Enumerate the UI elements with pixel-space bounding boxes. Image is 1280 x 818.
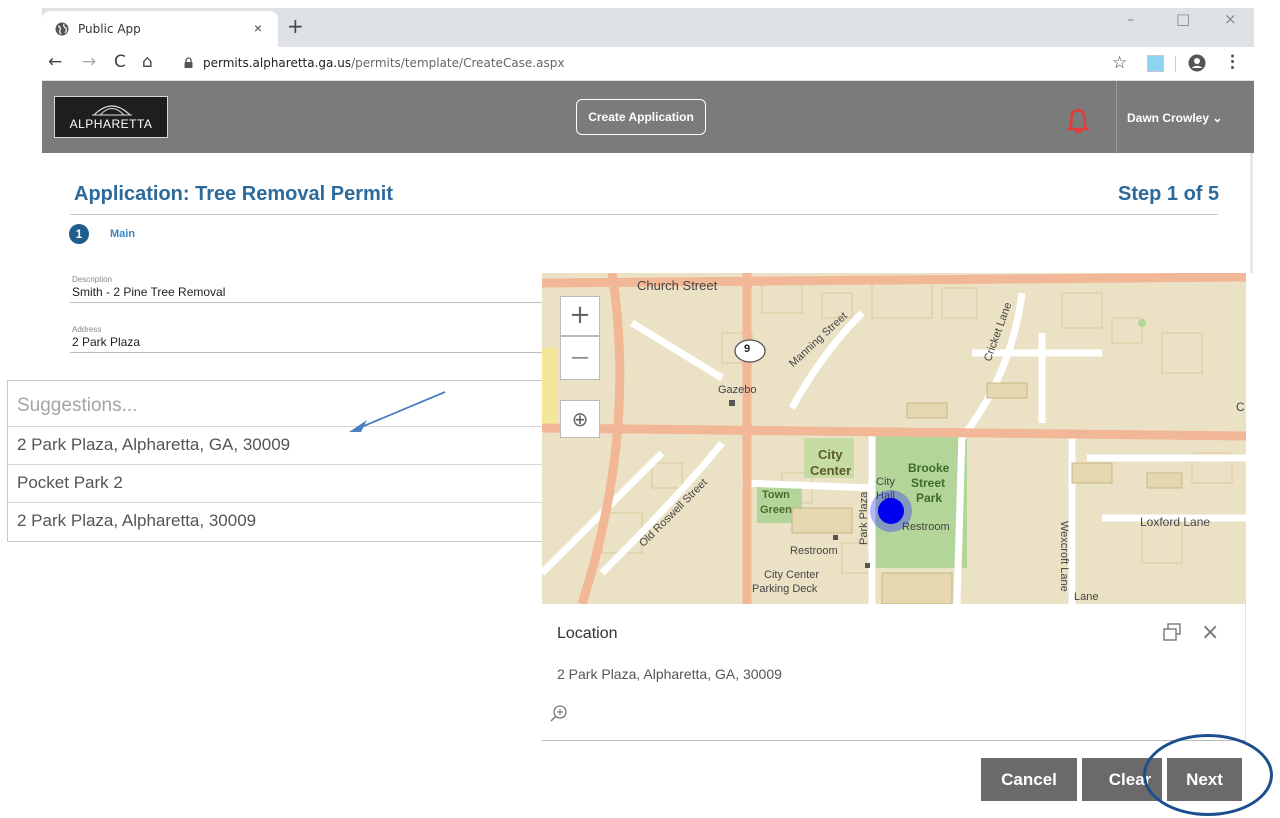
logo-text: ALPHARETTA xyxy=(69,117,153,131)
browser-menu-icon[interactable]: ⋮ xyxy=(1224,52,1241,72)
map-label: Street xyxy=(911,476,946,490)
map-label: Center xyxy=(810,463,852,478)
map-label: Brooke xyxy=(908,461,950,475)
tab-close-icon[interactable]: × xyxy=(254,20,262,36)
extension-icon[interactable] xyxy=(1147,55,1164,72)
address-underline xyxy=(70,352,542,353)
page-title: Application: Tree Removal Permit xyxy=(74,183,393,205)
map-label: Gazebo xyxy=(718,384,757,396)
map-label: Restroom xyxy=(790,545,838,557)
bookmark-star-icon[interactable]: ☆ xyxy=(1112,53,1127,73)
tab-title: Public App xyxy=(78,22,141,36)
suggestion-item[interactable]: Pocket Park 2 xyxy=(8,464,548,502)
profile-icon[interactable] xyxy=(1188,54,1206,72)
suggestions-placeholder: Suggestions... xyxy=(17,395,138,416)
description-underline xyxy=(70,302,542,303)
map-label: Loxford Lane xyxy=(1140,515,1211,529)
url-field[interactable]: permits.alpharetta.ga.us/permits/templat… xyxy=(203,56,564,70)
zoom-out-button[interactable]: — xyxy=(560,336,600,380)
step-indicator: Step 1 of 5 xyxy=(1118,183,1220,205)
map-label: Town xyxy=(762,489,790,501)
url-path: /permits/template/CreateCase.aspx xyxy=(351,56,565,70)
create-application-button[interactable]: Create Application xyxy=(576,99,706,135)
panel-edge xyxy=(1250,153,1253,273)
suggestion-item-text: 2 Park Plaza, Alpharetta, GA, 30009 xyxy=(17,435,291,454)
reload-icon[interactable]: C xyxy=(114,52,126,72)
map-label: City xyxy=(818,447,843,462)
suggestion-item-text: Pocket Park 2 xyxy=(17,473,123,492)
user-name: Dawn Crowley xyxy=(1127,111,1210,125)
map-view[interactable]: Church Street 9 Manning Street Cricket L… xyxy=(542,273,1246,604)
map-label: Lane xyxy=(1074,591,1099,603)
map-label: Restroom xyxy=(902,521,950,533)
cancel-button[interactable]: Cancel xyxy=(981,758,1077,801)
suggestions-dropdown: Suggestions... 2 Park Plaza, Alpharetta,… xyxy=(7,380,548,542)
locate-button[interactable]: ⊕ xyxy=(560,400,600,438)
highlight-circle-annotation xyxy=(1143,734,1273,816)
description-label: Description xyxy=(72,275,113,284)
globe-icon xyxy=(55,22,69,36)
zoom-to-icon[interactable] xyxy=(549,704,569,724)
url-host: permits.alpharetta.ga.us xyxy=(203,56,352,70)
map-label: City Center xyxy=(764,569,820,581)
step-name-main[interactable]: Main xyxy=(110,228,135,240)
back-icon[interactable]: ← xyxy=(48,52,62,72)
popup-title: Location xyxy=(557,625,618,642)
suggestion-item[interactable]: 2 Park Plaza, Alpharetta, 30009 xyxy=(8,502,548,540)
map-label: Parking Deck xyxy=(752,583,818,595)
header-divider xyxy=(1116,81,1117,153)
map-basemap xyxy=(542,273,1246,604)
map-label: Wexcroft Lane xyxy=(1058,521,1070,592)
location-marker[interactable] xyxy=(878,498,904,524)
notification-bell-icon[interactable] xyxy=(1066,107,1090,135)
dock-icon[interactable] xyxy=(1162,622,1182,642)
address-label: Address xyxy=(72,325,102,334)
forward-icon[interactable]: → xyxy=(82,52,96,72)
popup-close-icon[interactable]: × xyxy=(1201,620,1219,645)
user-menu[interactable]: Dawn Crowley ⌄ xyxy=(1127,111,1222,125)
map-label: C xyxy=(1236,400,1245,414)
popup-address: 2 Park Plaza, Alpharetta, GA, 30009 xyxy=(557,666,782,682)
route-shield: 9 xyxy=(744,343,751,355)
description-field[interactable]: Smith - 2 Pine Tree Removal xyxy=(72,285,225,299)
step-number-badge: 1 xyxy=(69,224,89,244)
suggestion-item[interactable]: 2 Park Plaza, Alpharetta, GA, 30009 xyxy=(8,426,548,464)
title-divider xyxy=(70,214,1218,215)
chevron-down-icon: ⌄ xyxy=(1212,111,1223,125)
home-icon[interactable]: ⌂ xyxy=(142,52,153,72)
address-field[interactable]: 2 Park Plaza xyxy=(72,335,140,349)
lock-icon xyxy=(184,57,193,68)
logo-emblem-icon xyxy=(92,105,132,116)
minimize-button[interactable]: – xyxy=(1127,10,1135,28)
map-label: Green xyxy=(760,504,792,516)
window-close-button[interactable]: × xyxy=(1224,10,1237,28)
new-tab-button[interactable]: + xyxy=(287,14,304,38)
browser-tab[interactable]: Public App × xyxy=(42,11,278,47)
map-label: Park xyxy=(916,491,943,505)
zoom-in-button[interactable]: + xyxy=(560,296,600,336)
map-label: Church Street xyxy=(637,278,718,293)
map-label: Park Plaza xyxy=(858,491,870,545)
arrow-annotation-icon xyxy=(349,391,446,432)
maximize-button[interactable]: □ xyxy=(1176,10,1190,28)
suggestion-item-text: 2 Park Plaza, Alpharetta, 30009 xyxy=(17,511,257,530)
alpharetta-logo[interactable]: ALPHARETTA xyxy=(54,96,168,138)
toolbar-divider xyxy=(1175,56,1176,72)
